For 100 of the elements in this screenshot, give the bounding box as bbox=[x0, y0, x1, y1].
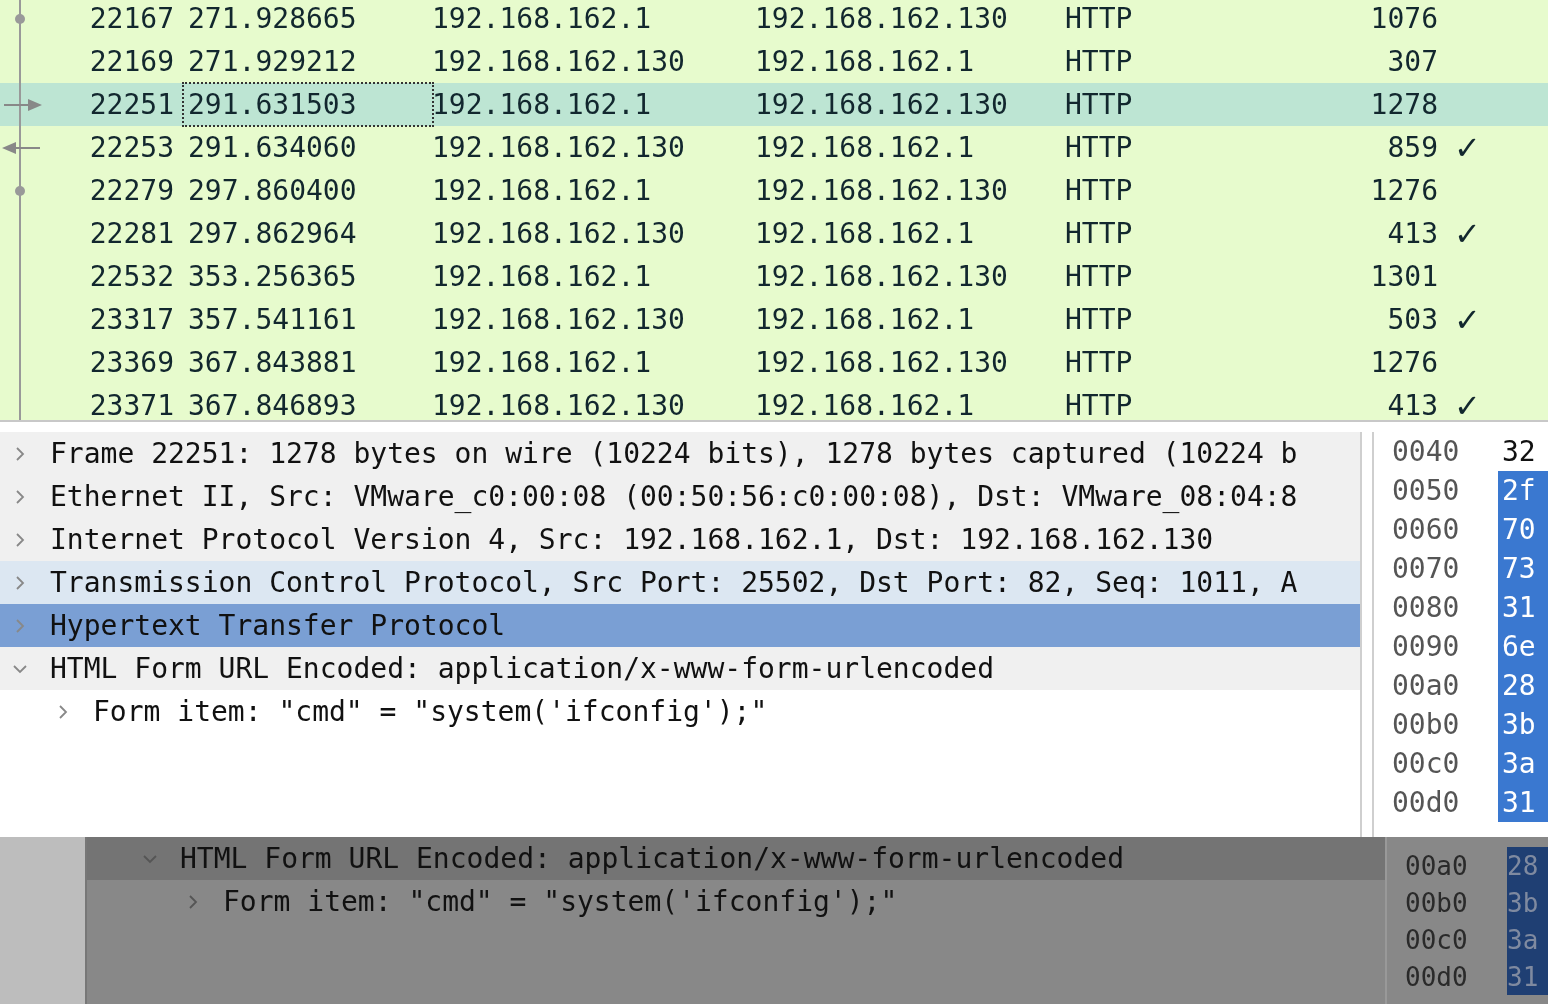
hex-offset: 0090 bbox=[1391, 629, 1461, 665]
hex-byte[interactable]: 70 bbox=[1498, 510, 1548, 549]
tree-item[interactable]: Transmission Control Protocol, Src Port: 25502, Dst Port: 82, Seq: 1011, A bbox=[0, 561, 1360, 604]
hex-offset: 00b0 bbox=[1404, 886, 1469, 920]
table-cell-text: 192.168.162.1 bbox=[755, 45, 976, 78]
hex-byte[interactable]: 31 bbox=[1498, 588, 1548, 627]
packet-row[interactable]: 22532 353.256365 192.168.162.1 192.168.162.130 HTTP 1301 bbox=[0, 255, 1548, 298]
table-cell-text: 413 bbox=[1386, 217, 1438, 250]
hex-offset: 0050 bbox=[1391, 473, 1461, 509]
hex-byte[interactable]: 73 bbox=[1498, 549, 1548, 588]
tree-item[interactable]: Ethernet II, Src: VMware_c0:00:08 (00:50:56:c0:00:08), Dst: VMware_08:04:8 bbox=[0, 475, 1360, 518]
tree-item[interactable]: HTML Form URL Encoded: application/x-www-form-urlencoded bbox=[87, 837, 1385, 880]
table-cell-text: 192.168.162.1 bbox=[432, 174, 653, 207]
check-mark: ✓ bbox=[1454, 214, 1481, 253]
table-cell-text: 307 bbox=[1386, 45, 1438, 78]
hex-offset: 00a0 bbox=[1391, 668, 1461, 704]
packet-row[interactable]: 22251 291.631503 192.168.162.1 192.168.162.130 HTTP 1278 bbox=[0, 83, 1548, 126]
table-cell-text: 1301 bbox=[1369, 260, 1438, 293]
table-cell-text: 413 bbox=[1386, 389, 1438, 420]
tree-item[interactable]: Form item: "cmd" = "system('ifconfig');" bbox=[87, 880, 1385, 923]
table-cell-text: 22532 bbox=[88, 260, 174, 293]
table-cell-text: HTTP bbox=[1065, 45, 1134, 78]
table-cell-text: 192.168.162.1 bbox=[432, 260, 653, 293]
table-cell-text: 23317 bbox=[88, 303, 174, 336]
table-cell-text: 192.168.162.130 bbox=[432, 131, 686, 164]
table-cell-text: HTTP bbox=[1065, 174, 1134, 207]
hex-byte[interactable]: 2f bbox=[1498, 471, 1548, 510]
table-cell-text: 1276 bbox=[1369, 174, 1438, 207]
hex-byte[interactable]: 3b bbox=[1498, 705, 1548, 744]
table-cell-text: 23371 bbox=[88, 389, 174, 420]
table-cell-text: 22253 bbox=[88, 131, 174, 164]
table-cell-text: 192.168.162.1 bbox=[432, 88, 653, 121]
packet-row[interactable]: 22279 297.860400 192.168.162.1 192.168.162.130 HTTP 1276 bbox=[0, 169, 1548, 212]
table-cell-text: 192.168.162.1 bbox=[755, 131, 976, 164]
table-cell-text: 192.168.162.1 bbox=[755, 217, 976, 250]
packet-row[interactable]: 23371 367.846893 192.168.162.130 192.168.162.1 HTTP 413 ✓ bbox=[0, 384, 1548, 420]
tree-item[interactable]: Frame 22251: 1278 bytes on wire (10224 bits), 1278 bytes captured (10224 b bbox=[0, 432, 1360, 475]
packet-row[interactable]: 23369 367.843881 192.168.162.1 192.168.162.130 HTTP 1276 bbox=[0, 341, 1548, 384]
hex-offset: 00d0 bbox=[1391, 785, 1461, 821]
table-cell-text: HTTP bbox=[1065, 389, 1134, 420]
table-cell-text: 1278 bbox=[1369, 88, 1438, 121]
hex-byte[interactable]: 6e bbox=[1498, 627, 1548, 666]
table-cell-text: 22281 bbox=[88, 217, 174, 250]
hex-offset: 00b0 bbox=[1391, 707, 1461, 743]
packet-row[interactable]: 23317 357.541161 192.168.162.130 192.168.162.1 HTTP 503 ✓ bbox=[0, 298, 1548, 341]
table-cell-text: 22279 bbox=[88, 174, 174, 207]
tree-item[interactable]: Internet Protocol Version 4, Src: 192.168.162.1, Dst: 192.168.162.130 bbox=[0, 518, 1360, 561]
table-cell-text: 353.256365 bbox=[187, 259, 358, 295]
table-cell-text: HTTP bbox=[1065, 88, 1134, 121]
table-cell-text: 1276 bbox=[1369, 346, 1438, 379]
check-mark: ✓ bbox=[1454, 386, 1481, 420]
table-cell-text: 192.168.162.130 bbox=[755, 2, 1009, 35]
table-cell-text: 192.168.162.130 bbox=[755, 174, 1009, 207]
hex-offset: 00d0 bbox=[1404, 960, 1469, 994]
table-cell-text: 859 bbox=[1386, 131, 1438, 164]
hex-byte[interactable]: 28 bbox=[1498, 666, 1548, 705]
table-cell-text: 297.862964 bbox=[187, 216, 358, 252]
table-cell-text: 22167 bbox=[88, 2, 174, 35]
table-cell-text: 271.929212 bbox=[187, 44, 358, 80]
table-cell-text: 1076 bbox=[1369, 2, 1438, 35]
table-cell-text: 367.843881 bbox=[187, 345, 358, 381]
table-cell-text: HTTP bbox=[1065, 131, 1134, 164]
packet-row[interactable]: 22281 297.862964 192.168.162.130 192.168.162.1 HTTP 413 ✓ bbox=[0, 212, 1548, 255]
check-mark: ✓ bbox=[1454, 128, 1481, 167]
table-cell-text: 297.860400 bbox=[187, 173, 358, 209]
table-cell-text: 192.168.162.1 bbox=[755, 303, 976, 336]
table-cell-text: HTTP bbox=[1065, 303, 1134, 336]
hex-offset: 0070 bbox=[1391, 551, 1461, 587]
table-cell-text: 192.168.162.1 bbox=[432, 346, 653, 379]
table-cell-text: 22251 bbox=[88, 88, 174, 121]
table-cell-text: HTTP bbox=[1065, 260, 1134, 293]
hex-offset: 0080 bbox=[1391, 590, 1461, 626]
table-cell-text: 192.168.162.130 bbox=[755, 88, 1009, 121]
table-cell-text: 357.541161 bbox=[187, 302, 358, 338]
hex-offset: 00a0 bbox=[1404, 849, 1469, 883]
table-cell-text: 271.928665 bbox=[187, 1, 358, 37]
packet-row[interactable]: 22253 291.634060 192.168.162.130 192.168.162.1 HTTP 859 ✓ bbox=[0, 126, 1548, 169]
tree-item[interactable]: HTML Form URL Encoded: application/x-www-form-urlencoded bbox=[0, 647, 1360, 690]
table-cell-text: HTTP bbox=[1065, 346, 1134, 379]
table-cell-text: 192.168.162.130 bbox=[432, 303, 686, 336]
tree-item[interactable]: Hypertext Transfer Protocol bbox=[0, 604, 1360, 647]
hex-byte[interactable]: 3a bbox=[1498, 744, 1548, 783]
table-cell-text: HTTP bbox=[1065, 2, 1134, 35]
hex-offset: 00c0 bbox=[1391, 746, 1461, 782]
check-mark: ✓ bbox=[1454, 300, 1481, 339]
table-cell-text: 192.168.162.1 bbox=[755, 389, 976, 420]
table-cell-text: 192.168.162.130 bbox=[755, 346, 1009, 379]
table-cell-text: 503 bbox=[1386, 303, 1438, 336]
table-cell-text: 192.168.162.130 bbox=[432, 389, 686, 420]
packet-row[interactable]: 22169 271.929212 192.168.162.130 192.168.162.1 HTTP 307 bbox=[0, 40, 1548, 83]
table-cell-text: 22169 bbox=[88, 45, 174, 78]
table-cell: 291.631503 bbox=[184, 84, 432, 125]
packet-row[interactable]: 22167 271.928665 192.168.162.1 192.168.162.130 HTTP 1076 bbox=[0, 0, 1548, 40]
table-cell-text: 192.168.162.130 bbox=[432, 217, 686, 250]
tree-item[interactable]: Form item: "cmd" = "system('ifconfig');" bbox=[0, 690, 1360, 733]
hex-byte[interactable]: 31 bbox=[1498, 783, 1548, 822]
table-cell-text: 192.168.162.130 bbox=[755, 260, 1009, 293]
table-cell-text: 192.168.162.130 bbox=[432, 45, 686, 78]
table-cell-text: 23369 bbox=[88, 346, 174, 379]
table-cell-text: HTTP bbox=[1065, 217, 1134, 250]
